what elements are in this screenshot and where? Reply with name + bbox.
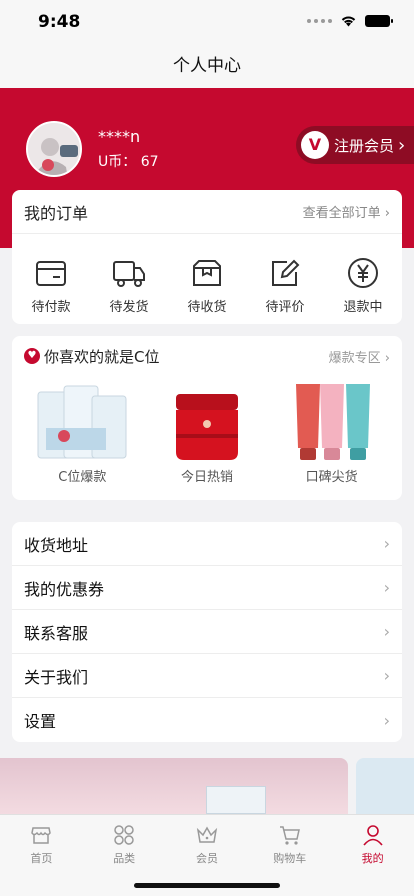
tab-label: 会员 [195, 852, 218, 865]
status-time: 9:48 [38, 12, 81, 32]
member-logo-icon: V [301, 131, 329, 159]
facemask-image [22, 376, 142, 462]
status-bar: 9:48 [0, 0, 414, 44]
wifi-icon [341, 16, 356, 27]
crown-icon [196, 823, 218, 847]
package-icon [172, 256, 242, 290]
order-item-label: 待付款 [31, 300, 71, 315]
order-pending-payment[interactable]: 待付款 [16, 256, 86, 315]
ucoin-balance: U币： 67 [98, 154, 159, 170]
recommend-card: ♥ 你喜欢的就是C位 爆款专区 › C位爆款 今日热销 口碑尖货 [12, 336, 402, 500]
avatar-image [28, 123, 80, 175]
menu-item-label: 联系客服 [24, 623, 89, 643]
product-cpos-hot[interactable]: C位爆款 [22, 376, 142, 485]
tab-label: 品类 [113, 852, 136, 865]
tab-label: 我的 [361, 852, 384, 865]
chevron-right-icon: › [383, 710, 390, 730]
menu-item-label: 关于我们 [24, 667, 89, 687]
chevron-right-icon: › [383, 534, 390, 553]
menu-item-settings[interactable]: 设置 › [12, 698, 402, 742]
order-item-label: 退款中 [343, 300, 383, 315]
page-title: 个人中心 [173, 56, 241, 76]
menu-item-address[interactable]: 收货地址 › [12, 522, 402, 566]
recommend-header: ♥ 你喜欢的就是C位 爆款专区 › [12, 336, 402, 376]
view-all-orders-link[interactable]: 查看全部订单 › [303, 202, 390, 221]
heart-icon: ♥ [24, 348, 40, 364]
menu-item-about[interactable]: 关于我们 › [12, 654, 402, 698]
promo-banner[interactable] [0, 758, 414, 814]
banner-image [0, 758, 348, 814]
menu-item-coupons[interactable]: 我的优惠券 › [12, 566, 402, 610]
product-label: 口碑尖货 [305, 470, 358, 485]
battery-icon [365, 15, 393, 27]
order-pending-shipment[interactable]: 待发货 [94, 256, 164, 315]
order-pending-review[interactable]: 待评价 [250, 256, 320, 315]
home-icon [30, 823, 52, 847]
category-icon [113, 823, 135, 847]
tab-mine[interactable]: 我的 [331, 815, 414, 896]
edit-icon [250, 256, 320, 290]
register-member-button[interactable]: V 注册会员 › [296, 126, 414, 164]
orders-header: 我的订单 查看全部订单 › [12, 190, 402, 234]
avatar[interactable] [26, 121, 82, 177]
order-refunding[interactable]: 退款中 [328, 256, 398, 315]
home-indicator [134, 883, 280, 888]
yen-icon [328, 256, 398, 290]
recommend-products: C位爆款 今日热销 口碑尖货 [12, 376, 402, 485]
product-today-hot[interactable]: 今日热销 [147, 376, 267, 485]
order-item-label: 待收货 [187, 300, 227, 315]
cleanser-tubes-image [272, 376, 392, 462]
member-label: 注册会员 [334, 136, 395, 155]
cream-jar-image [147, 376, 267, 462]
menu-item-customer-service[interactable]: 联系客服 › [12, 610, 402, 654]
signal-icon [307, 19, 332, 23]
tab-label: 首页 [30, 852, 53, 865]
username: ****n [98, 127, 141, 146]
orders-title: 我的订单 [24, 203, 89, 223]
status-icons [307, 15, 393, 27]
order-pending-receipt[interactable]: 待收货 [172, 256, 242, 315]
chevron-right-icon: › [383, 622, 390, 641]
cart-icon [279, 823, 301, 847]
product-label: C位爆款 [58, 470, 107, 485]
menu-item-label: 我的优惠券 [24, 579, 105, 599]
order-item-label: 待评价 [265, 300, 305, 315]
nav-bar: 个人中心 [0, 44, 414, 88]
order-item-label: 待发货 [109, 300, 149, 315]
banner-product-image [206, 786, 266, 814]
chevron-right-icon: › [398, 134, 406, 156]
truck-icon [94, 256, 164, 290]
product-word-of-mouth[interactable]: 口碑尖货 [272, 376, 392, 485]
menu-item-label: 设置 [24, 712, 57, 731]
product-label: 今日热销 [180, 470, 233, 485]
recommend-title: 你喜欢的就是C位 [44, 347, 160, 366]
orders-card: 我的订单 查看全部订单 › 待付款 待发货 待收货 待评价 退款中 [12, 190, 402, 324]
user-icon [362, 823, 384, 847]
chevron-right-icon: › [383, 666, 390, 685]
tab-label: 购物车 [273, 852, 307, 865]
menu-item-label: 收货地址 [24, 535, 89, 555]
chevron-right-icon: › [383, 578, 390, 597]
tab-bar: 首页 品类 会员 购物车 我的 [0, 814, 414, 896]
order-status-list: 待付款 待发货 待收货 待评价 退款中 [12, 234, 402, 315]
hot-zone-link[interactable]: 爆款专区 › [329, 347, 390, 366]
menu-list: 收货地址 › 我的优惠券 › 联系客服 › 关于我们 › 设置 › [12, 522, 402, 742]
wallet-icon [16, 256, 86, 290]
banner-image-next [356, 758, 414, 814]
tab-home[interactable]: 首页 [0, 815, 83, 896]
